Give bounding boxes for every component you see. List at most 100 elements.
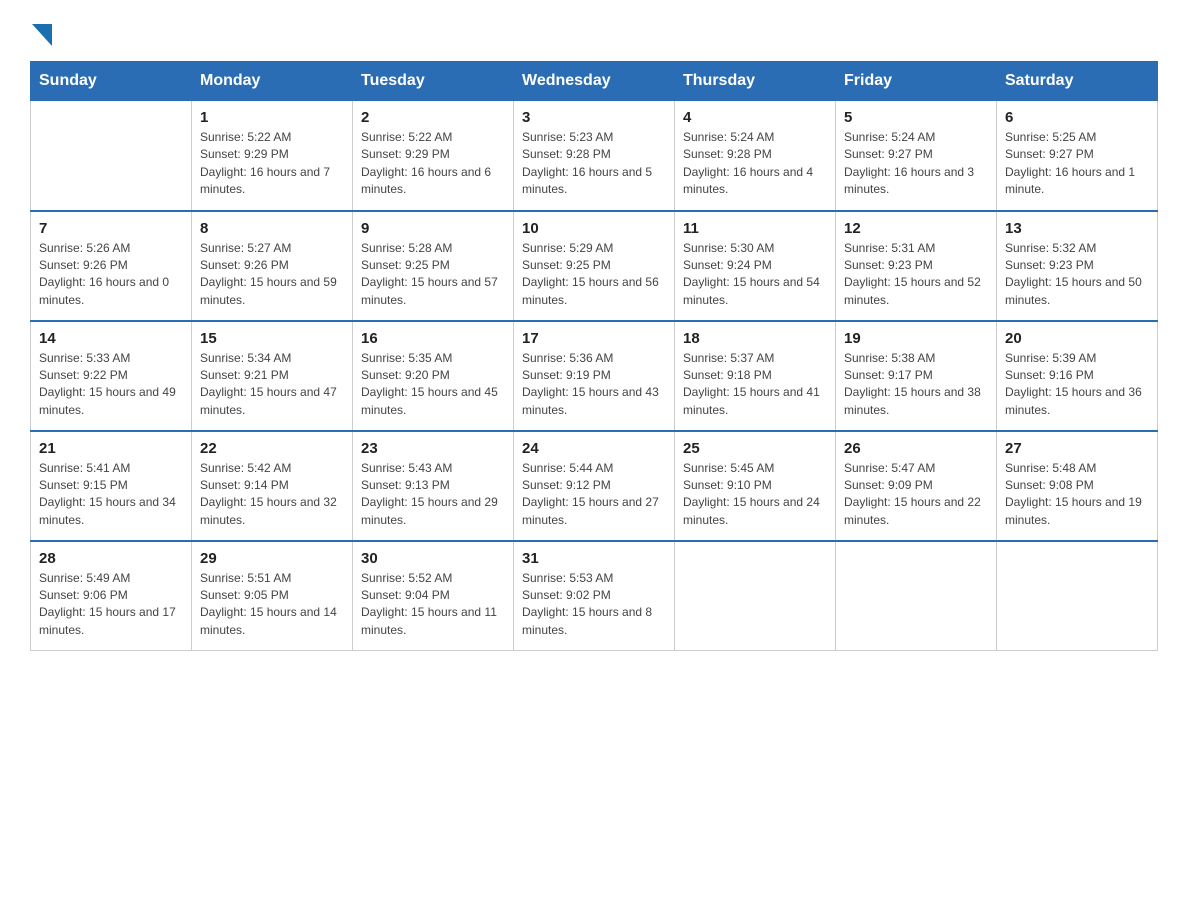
calendar-day-cell: 10 Sunrise: 5:29 AMSunset: 9:25 PMDayligh… <box>514 211 675 321</box>
day-info: Sunrise: 5:25 AMSunset: 9:27 PMDaylight:… <box>1005 129 1149 199</box>
day-number: 15 <box>200 330 344 347</box>
day-info: Sunrise: 5:29 AMSunset: 9:25 PMDaylight:… <box>522 240 666 310</box>
calendar-day-cell: 7 Sunrise: 5:26 AMSunset: 9:26 PMDaylight… <box>31 211 192 321</box>
calendar-day-cell <box>31 101 192 211</box>
day-info: Sunrise: 5:27 AMSunset: 9:26 PMDaylight:… <box>200 240 344 310</box>
day-info: Sunrise: 5:22 AMSunset: 9:29 PMDaylight:… <box>200 129 344 199</box>
calendar-day-cell: 24 Sunrise: 5:44 AMSunset: 9:12 PMDayligh… <box>514 431 675 541</box>
day-info: Sunrise: 5:22 AMSunset: 9:29 PMDaylight:… <box>361 129 505 199</box>
day-number: 4 <box>683 109 827 126</box>
day-number: 17 <box>522 330 666 347</box>
header-monday: Monday <box>192 62 353 101</box>
day-info: Sunrise: 5:23 AMSunset: 9:28 PMDaylight:… <box>522 129 666 199</box>
calendar-day-cell: 22 Sunrise: 5:42 AMSunset: 9:14 PMDayligh… <box>192 431 353 541</box>
calendar-day-cell: 26Sunrise: 5:47 AMSunset: 9:09 PMDayligh… <box>836 431 997 541</box>
calendar-day-cell: 30 Sunrise: 5:52 AMSunset: 9:04 PMDayligh… <box>353 541 514 651</box>
day-number: 28 <box>39 550 183 567</box>
day-info: Sunrise: 5:48 AMSunset: 9:08 PMDaylight:… <box>1005 460 1149 530</box>
weekday-header-row: Sunday Monday Tuesday Wednesday Thursday… <box>31 62 1158 101</box>
day-info: Sunrise: 5:24 AMSunset: 9:28 PMDaylight:… <box>683 129 827 199</box>
calendar-day-cell: 19Sunrise: 5:38 AMSunset: 9:17 PMDayligh… <box>836 321 997 431</box>
day-number: 29 <box>200 550 344 567</box>
day-info: Sunrise: 5:47 AMSunset: 9:09 PMDaylight:… <box>844 460 988 530</box>
header-saturday: Saturday <box>997 62 1158 101</box>
day-number: 1 <box>200 109 344 126</box>
day-number: 10 <box>522 220 666 237</box>
day-info: Sunrise: 5:51 AMSunset: 9:05 PMDaylight:… <box>200 570 344 640</box>
day-info: Sunrise: 5:28 AMSunset: 9:25 PMDaylight:… <box>361 240 505 310</box>
day-number: 24 <box>522 440 666 457</box>
calendar-day-cell: 27Sunrise: 5:48 AMSunset: 9:08 PMDayligh… <box>997 431 1158 541</box>
page-header <box>30 20 1158 51</box>
calendar-day-cell: 14Sunrise: 5:33 AMSunset: 9:22 PMDayligh… <box>31 321 192 431</box>
day-info: Sunrise: 5:43 AMSunset: 9:13 PMDaylight:… <box>361 460 505 530</box>
header-friday: Friday <box>836 62 997 101</box>
calendar-day-cell: 11 Sunrise: 5:30 AMSunset: 9:24 PMDayligh… <box>675 211 836 321</box>
calendar-day-cell: 17 Sunrise: 5:36 AMSunset: 9:19 PMDayligh… <box>514 321 675 431</box>
calendar-day-cell: 13 Sunrise: 5:32 AMSunset: 9:23 PMDayligh… <box>997 211 1158 321</box>
calendar-day-cell: 6 Sunrise: 5:25 AMSunset: 9:27 PMDaylight… <box>997 101 1158 211</box>
day-number: 2 <box>361 109 505 126</box>
day-number: 12 <box>844 220 988 237</box>
calendar-day-cell: 3 Sunrise: 5:23 AMSunset: 9:28 PMDaylight… <box>514 101 675 211</box>
day-number: 5 <box>844 109 988 126</box>
calendar-day-cell <box>997 541 1158 651</box>
header-wednesday: Wednesday <box>514 62 675 101</box>
calendar-day-cell: 29 Sunrise: 5:51 AMSunset: 9:05 PMDayligh… <box>192 541 353 651</box>
calendar-day-cell <box>675 541 836 651</box>
day-number: 30 <box>361 550 505 567</box>
day-number: 13 <box>1005 220 1149 237</box>
calendar-week-row: 1 Sunrise: 5:22 AMSunset: 9:29 PMDaylight… <box>31 101 1158 211</box>
calendar-day-cell: 31 Sunrise: 5:53 AMSunset: 9:02 PMDayligh… <box>514 541 675 651</box>
calendar-day-cell: 12 Sunrise: 5:31 AMSunset: 9:23 PMDayligh… <box>836 211 997 321</box>
calendar-week-row: 21 Sunrise: 5:41 AMSunset: 9:15 PMDayligh… <box>31 431 1158 541</box>
day-info: Sunrise: 5:53 AMSunset: 9:02 PMDaylight:… <box>522 570 666 640</box>
day-number: 23 <box>361 440 505 457</box>
header-sunday: Sunday <box>31 62 192 101</box>
day-info: Sunrise: 5:31 AMSunset: 9:23 PMDaylight:… <box>844 240 988 310</box>
day-info: Sunrise: 5:41 AMSunset: 9:15 PMDaylight:… <box>39 460 183 530</box>
header-tuesday: Tuesday <box>353 62 514 101</box>
calendar-day-cell: 25 Sunrise: 5:45 AMSunset: 9:10 PMDayligh… <box>675 431 836 541</box>
day-number: 22 <box>200 440 344 457</box>
calendar-week-row: 14Sunrise: 5:33 AMSunset: 9:22 PMDayligh… <box>31 321 1158 431</box>
calendar-table: Sunday Monday Tuesday Wednesday Thursday… <box>30 61 1158 651</box>
day-info: Sunrise: 5:37 AMSunset: 9:18 PMDaylight:… <box>683 350 827 420</box>
calendar-day-cell: 5 Sunrise: 5:24 AMSunset: 9:27 PMDaylight… <box>836 101 997 211</box>
day-number: 14 <box>39 330 183 347</box>
calendar-week-row: 28Sunrise: 5:49 AMSunset: 9:06 PMDayligh… <box>31 541 1158 651</box>
calendar-day-cell: 9 Sunrise: 5:28 AMSunset: 9:25 PMDaylight… <box>353 211 514 321</box>
day-number: 19 <box>844 330 988 347</box>
day-info: Sunrise: 5:45 AMSunset: 9:10 PMDaylight:… <box>683 460 827 530</box>
day-number: 3 <box>522 109 666 126</box>
day-number: 9 <box>361 220 505 237</box>
day-info: Sunrise: 5:30 AMSunset: 9:24 PMDaylight:… <box>683 240 827 310</box>
calendar-day-cell: 18Sunrise: 5:37 AMSunset: 9:18 PMDayligh… <box>675 321 836 431</box>
logo <box>30 24 52 51</box>
calendar-day-cell: 15 Sunrise: 5:34 AMSunset: 9:21 PMDayligh… <box>192 321 353 431</box>
day-number: 20 <box>1005 330 1149 347</box>
calendar-day-cell: 2 Sunrise: 5:22 AMSunset: 9:29 PMDaylight… <box>353 101 514 211</box>
day-number: 7 <box>39 220 183 237</box>
calendar-day-cell: 23 Sunrise: 5:43 AMSunset: 9:13 PMDayligh… <box>353 431 514 541</box>
day-info: Sunrise: 5:34 AMSunset: 9:21 PMDaylight:… <box>200 350 344 420</box>
day-info: Sunrise: 5:24 AMSunset: 9:27 PMDaylight:… <box>844 129 988 199</box>
header-thursday: Thursday <box>675 62 836 101</box>
calendar-day-cell: 8 Sunrise: 5:27 AMSunset: 9:26 PMDaylight… <box>192 211 353 321</box>
day-number: 16 <box>361 330 505 347</box>
calendar-day-cell <box>836 541 997 651</box>
day-number: 31 <box>522 550 666 567</box>
day-number: 8 <box>200 220 344 237</box>
day-info: Sunrise: 5:52 AMSunset: 9:04 PMDaylight:… <box>361 570 505 640</box>
day-info: Sunrise: 5:44 AMSunset: 9:12 PMDaylight:… <box>522 460 666 530</box>
day-number: 11 <box>683 220 827 237</box>
day-number: 25 <box>683 440 827 457</box>
day-number: 21 <box>39 440 183 457</box>
day-number: 6 <box>1005 109 1149 126</box>
calendar-day-cell: 28Sunrise: 5:49 AMSunset: 9:06 PMDayligh… <box>31 541 192 651</box>
day-info: Sunrise: 5:32 AMSunset: 9:23 PMDaylight:… <box>1005 240 1149 310</box>
calendar-day-cell: 4 Sunrise: 5:24 AMSunset: 9:28 PMDaylight… <box>675 101 836 211</box>
day-info: Sunrise: 5:42 AMSunset: 9:14 PMDaylight:… <box>200 460 344 530</box>
day-info: Sunrise: 5:36 AMSunset: 9:19 PMDaylight:… <box>522 350 666 420</box>
day-info: Sunrise: 5:26 AMSunset: 9:26 PMDaylight:… <box>39 240 183 310</box>
